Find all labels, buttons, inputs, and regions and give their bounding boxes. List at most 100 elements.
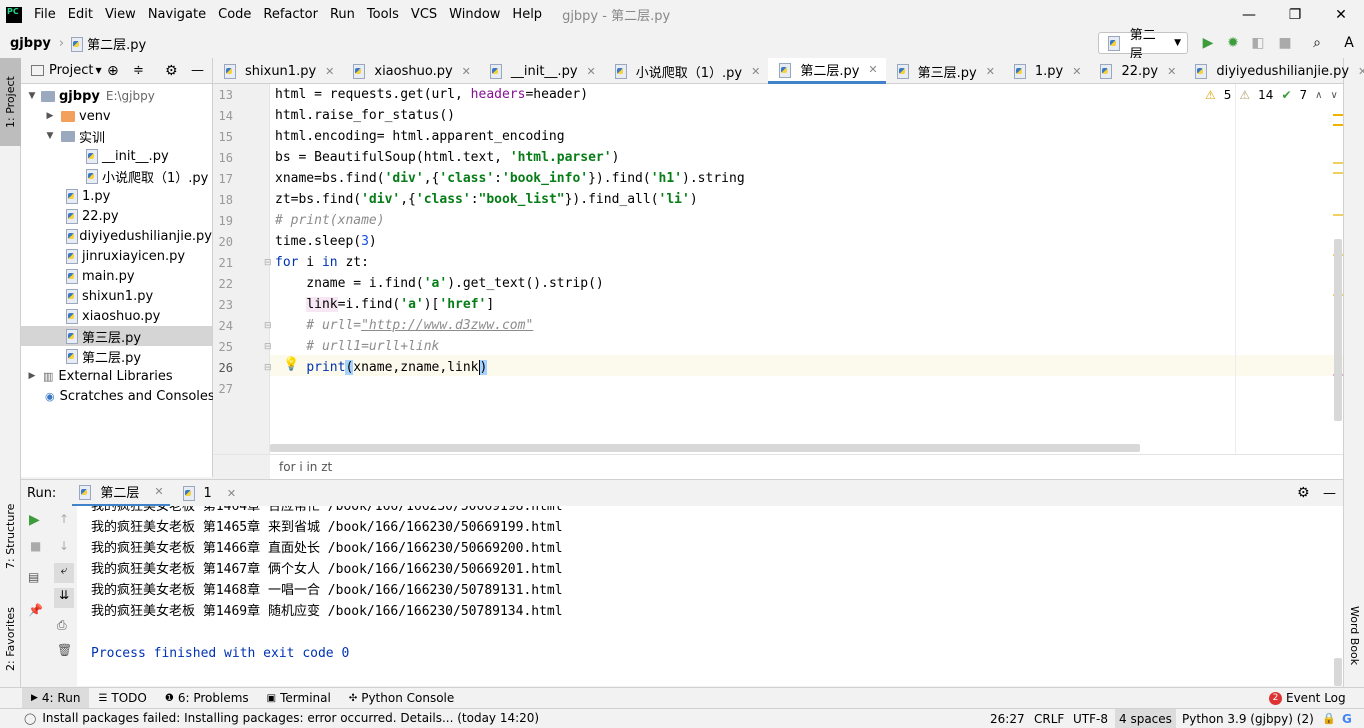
stop-icon[interactable]: ■ bbox=[30, 539, 41, 553]
file-encoding[interactable]: UTF-8 bbox=[1073, 709, 1108, 728]
lightbulb-icon[interactable]: 💡 bbox=[283, 357, 299, 372]
tab-run[interactable]: ▶ 4: Run bbox=[22, 687, 90, 709]
run-tab-dierceng[interactable]: 第二层 ✕ bbox=[72, 480, 170, 507]
menu-tools[interactable]: Tools bbox=[361, 0, 405, 29]
chevron-down-icon[interactable]: ▼ bbox=[95, 66, 101, 75]
chevron-down-icon[interactable]: ▼ bbox=[26, 91, 38, 101]
menu-edit[interactable]: Edit bbox=[62, 0, 99, 29]
tab-python-console[interactable]: ✣ Python Console bbox=[340, 688, 463, 709]
inspection-widget[interactable]: ⚠ 5 ⚠ 14 ✔ 7 ∧ ∨ bbox=[1205, 88, 1338, 102]
run-console-output[interactable]: 我的疯狂美女老板 第1464章 合应帮忙 /book/166/166230/50… bbox=[77, 506, 1343, 686]
project-tool-tab[interactable]: 1: Project bbox=[0, 58, 21, 146]
close-icon[interactable]: ✕ bbox=[1072, 65, 1081, 78]
tree-item-shixun1[interactable]: shixun1.py bbox=[21, 286, 212, 306]
code-editor[interactable]: html = requests.get(url, headers=header)… bbox=[213, 84, 1343, 454]
close-icon[interactable]: ✕ bbox=[751, 65, 760, 78]
tab-problems[interactable]: ❶ 6: Problems bbox=[156, 688, 258, 709]
translate-icon[interactable]: A bbox=[1340, 34, 1358, 52]
scroll-down-icon[interactable]: ↓ bbox=[59, 539, 69, 553]
coverage-icon[interactable]: ◧ bbox=[1249, 34, 1267, 52]
close-icon[interactable]: ✕ bbox=[587, 65, 596, 78]
print-icon[interactable]: ⎙ bbox=[57, 618, 67, 633]
python-interpreter[interactable]: Python 3.9 (gjbpy) (2) bbox=[1182, 709, 1314, 728]
menu-run[interactable]: Run bbox=[324, 0, 361, 29]
tree-item-main[interactable]: main.py bbox=[21, 266, 212, 286]
menu-view[interactable]: View bbox=[99, 0, 142, 29]
tree-item-disanceng[interactable]: 第三层.py bbox=[21, 326, 212, 346]
tab-22py[interactable]: 22.py ✕ bbox=[1089, 58, 1184, 84]
tab-xiaoshuo[interactable]: xiaoshuo.py ✕ bbox=[342, 58, 479, 84]
favorites-tool-tab[interactable]: 2: Favorites bbox=[0, 594, 21, 684]
tab-1py[interactable]: 1.py ✕ bbox=[1003, 58, 1090, 84]
fold-icon[interactable]: ⊟ bbox=[264, 258, 272, 268]
menu-file[interactable]: File bbox=[28, 0, 62, 29]
tree-item-shixun-folder[interactable]: ▼ 实训 bbox=[21, 126, 212, 146]
chevron-down-icon[interactable]: ▼ bbox=[44, 131, 56, 141]
editor-horizontal-scrollbar[interactable] bbox=[270, 444, 1140, 452]
scroll-to-end-icon[interactable]: ⇊ bbox=[54, 588, 74, 608]
tree-item-init[interactable]: __init__.py bbox=[21, 146, 212, 166]
indent-setting[interactable]: 4 spaces bbox=[1115, 709, 1176, 728]
tree-item-dierceng[interactable]: 第二层.py bbox=[21, 346, 212, 366]
tab-dierceng[interactable]: 第二层.py ✕ bbox=[768, 58, 886, 84]
close-icon[interactable]: ✕ bbox=[462, 65, 471, 78]
breadcrumb-project[interactable]: gjbpy bbox=[10, 36, 51, 51]
tree-item-jinruxiayicen[interactable]: jinruxiayicen.py bbox=[21, 246, 212, 266]
chevron-up-icon[interactable]: ∧ bbox=[1315, 90, 1322, 101]
close-icon[interactable]: ✕ bbox=[986, 65, 995, 78]
code-breadcrumb[interactable]: for i in zt bbox=[270, 454, 1343, 479]
tab-disanceng[interactable]: 第三层.py ✕ bbox=[886, 58, 1003, 84]
debug-icon[interactable]: ✹ bbox=[1224, 34, 1242, 52]
locate-icon[interactable]: ⊕ bbox=[107, 63, 119, 79]
close-icon[interactable]: ✕ bbox=[1358, 65, 1364, 78]
menu-help[interactable]: Help bbox=[506, 0, 548, 29]
tree-item-1py[interactable]: 1.py bbox=[21, 186, 212, 206]
close-icon[interactable]: ✕ bbox=[868, 63, 877, 76]
close-icon[interactable]: ✕ bbox=[154, 485, 163, 498]
fold-icon[interactable]: ⊟ bbox=[264, 363, 272, 373]
tab-init[interactable]: __init__.py ✕ bbox=[479, 58, 604, 84]
fold-icon[interactable]: ⊟ bbox=[264, 321, 272, 331]
breadcrumb-file[interactable]: 第二层.py bbox=[70, 34, 146, 53]
lock-icon[interactable]: 🔒 bbox=[1322, 709, 1336, 728]
tab-shixun1[interactable]: shixun1.py ✕ bbox=[213, 58, 342, 84]
status-toggle-icon[interactable]: ◯ bbox=[24, 712, 36, 725]
run-icon[interactable]: ▶ bbox=[1199, 34, 1217, 52]
pin-icon[interactable]: 📌 bbox=[28, 603, 43, 617]
menu-refactor[interactable]: Refactor bbox=[257, 0, 324, 29]
tab-todo[interactable]: ☰ TODO bbox=[89, 688, 155, 709]
search-icon[interactable]: ⌕ bbox=[1308, 34, 1326, 52]
rerun-icon[interactable]: ▶ bbox=[29, 512, 40, 528]
maximize-button[interactable]: ❐ bbox=[1272, 0, 1318, 29]
close-window-button[interactable]: ✕ bbox=[1318, 0, 1364, 29]
tree-item-venv[interactable]: ▶ venv bbox=[21, 106, 212, 126]
tab-diyiyedushilianjie[interactable]: diyiyedushilianjie.py ✕ bbox=[1184, 58, 1364, 84]
menu-code[interactable]: Code bbox=[212, 0, 257, 29]
chevron-right-icon[interactable]: ▶ bbox=[26, 371, 38, 381]
menu-navigate[interactable]: Navigate bbox=[142, 0, 212, 29]
menu-window[interactable]: Window bbox=[443, 0, 506, 29]
stop-icon[interactable]: ■ bbox=[1276, 34, 1294, 52]
chevron-right-icon[interactable]: ▶ bbox=[44, 111, 56, 121]
tab-terminal[interactable]: ▣ Terminal bbox=[258, 688, 340, 709]
tree-item-xiaoshuo-crawl[interactable]: 小说爬取（1）.py bbox=[21, 166, 212, 186]
gear-icon[interactable]: ⚙ bbox=[1297, 485, 1310, 501]
menu-vcs[interactable]: VCS bbox=[405, 0, 443, 29]
fold-icon[interactable]: ⊟ bbox=[264, 342, 272, 352]
gear-icon[interactable]: ⚙ bbox=[165, 63, 178, 79]
google-icon[interactable]: G bbox=[1342, 709, 1352, 728]
line-separator[interactable]: CRLF bbox=[1034, 709, 1064, 728]
tree-item-external-libraries[interactable]: ▶ ▥ External Libraries bbox=[21, 366, 212, 386]
console-scrollbar[interactable] bbox=[1334, 658, 1342, 686]
structure-tool-tab[interactable]: 7: Structure bbox=[0, 496, 21, 576]
tree-item-root[interactable]: ▼ gjbpy E:\gjbpy bbox=[21, 86, 212, 106]
chevron-down-icon[interactable]: ∨ bbox=[1330, 90, 1337, 101]
editor-vertical-scrollbar[interactable] bbox=[1334, 239, 1342, 421]
project-panel-title[interactable]: Project bbox=[49, 63, 93, 78]
caret-position[interactable]: 26:27 bbox=[990, 709, 1025, 728]
tab-xiaoshuo-crawl[interactable]: 小说爬取（1）.py ✕ bbox=[604, 58, 769, 84]
scroll-up-icon[interactable]: ↑ bbox=[59, 512, 69, 526]
event-log-button[interactable]: 2 Event Log bbox=[1260, 688, 1355, 709]
collapse-all-icon[interactable]: ≑ bbox=[133, 63, 144, 78]
close-icon[interactable]: ✕ bbox=[1167, 65, 1176, 78]
